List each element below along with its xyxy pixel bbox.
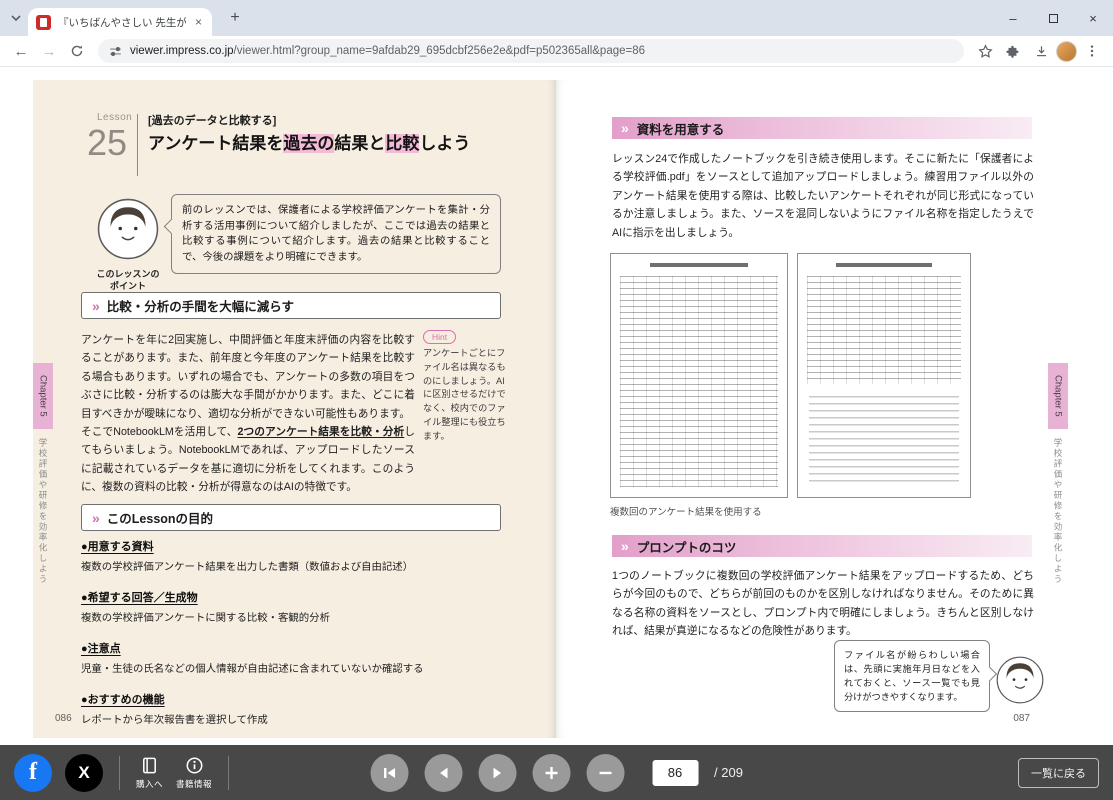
divider — [228, 756, 229, 790]
toolbar-left-group: f X 購入へ 書籍情報 — [14, 745, 232, 800]
page-total: / 209 — [714, 765, 743, 780]
browser-toolbar: ← → viewer.impress.co.jp/viewer.html?gro… — [0, 36, 1113, 67]
section-header-reduce-effort: » 比較・分析の手間を大幅に減らす — [81, 292, 501, 319]
reload-icon[interactable] — [64, 38, 90, 64]
url-text: viewer.impress.co.jp/viewer.html?group_n… — [130, 45, 645, 57]
info-icon — [185, 756, 204, 775]
new-tab-button[interactable]: + — [224, 7, 246, 29]
lesson-divider — [137, 114, 138, 176]
purchase-button[interactable]: 購入へ — [136, 756, 163, 790]
section-header-lesson-goal: » このLessonの目的 — [81, 504, 501, 531]
viewer-toolbar: f X 購入へ 書籍情報 / 209 一覧に戻る — [0, 745, 1113, 800]
chapter-side-text: 学校評価や研修を効率化しよう — [37, 438, 49, 585]
page-spread: Lesson 25 [過去のデータと比較する] アンケート結果を過去の結果と比較… — [33, 80, 1068, 738]
facebook-share-icon[interactable]: f — [14, 754, 52, 792]
paragraph: アンケートを年に2回実施し、中間評価と年度末評価の内容を比較することがあります。… — [81, 331, 415, 423]
list-item: ●用意する資料 複数の学校評価アンケート結果を出力した書類（数値および自由記述） — [81, 538, 501, 573]
book-page-right: » 資料を用意する レッスン24で作成したノートブックを引き続き使用します。そこ… — [556, 80, 1068, 738]
next-page-button[interactable] — [478, 754, 516, 792]
paragraph: そこでNotebookLMを活用して、2つのアンケート結果を比較・分析してもらい… — [81, 423, 415, 497]
bookmark-star-icon[interactable] — [972, 38, 998, 64]
section-chevron-icon: » — [92, 510, 100, 526]
window-controls: – × — [993, 0, 1113, 36]
figure-caption: 複数回のアンケート結果を使用する — [610, 504, 762, 518]
hint-text: アンケートごとにファイル名は異なるものにしましょう。AIに区別させるだけでなく、… — [423, 347, 507, 444]
previous-page-button[interactable] — [424, 754, 462, 792]
book-page-left: Lesson 25 [過去のデータと比較する] アンケート結果を過去の結果と比較… — [33, 80, 556, 738]
list-item: ●おすすめの機能 レポートから年次報告書を選択して作成 — [81, 691, 501, 726]
section-chevron-icon: » — [92, 298, 100, 314]
tab-close-icon[interactable]: × — [193, 15, 204, 29]
forward-icon[interactable]: → — [36, 38, 62, 64]
zoom-out-button[interactable] — [586, 754, 624, 792]
x-share-icon[interactable]: X — [65, 754, 103, 792]
book-info-button[interactable]: 書籍情報 — [176, 756, 212, 790]
section-title: 比較・分析の手間を大幅に減らす — [107, 296, 294, 315]
maximize-button[interactable] — [1033, 0, 1073, 36]
list-item: ●注意点 児童・生徒の氏名などの個人情報が自由記述に含まれていないか確認する — [81, 640, 501, 675]
hint-badge: Hint — [423, 330, 456, 344]
browser-tab[interactable]: 『いちばんやさしい 先生が校務に使... × — [28, 8, 212, 36]
tip-speech-bubble: ファイル名が紛らわしい場合は、先頭に実施年月日などを入れておくと、ソース一覧でも… — [834, 640, 990, 712]
chapter-tab: Chapter 5 — [33, 363, 53, 429]
download-icon[interactable] — [1028, 38, 1054, 64]
zoom-in-button[interactable] — [532, 754, 570, 792]
section-header-prepare-materials: » 資料を用意する — [612, 117, 1032, 139]
instructor-avatar — [996, 656, 1044, 704]
survey-result-thumbnail-1 — [610, 253, 788, 498]
page-number-input[interactable] — [652, 760, 698, 786]
instructor-avatar — [97, 198, 159, 260]
site-settings-icon[interactable] — [109, 45, 122, 58]
avatar-caption: このレッスンの ポイント — [73, 268, 183, 292]
section-header-prompt-tips: » プロンプトのコツ — [612, 535, 1032, 557]
back-icon[interactable]: ← — [8, 38, 34, 64]
intro-speech-bubble: 前のレッスンでは、保護者による学校評価アンケートを集計・分析する活用事例について… — [171, 194, 501, 274]
page-navigation: / 209 — [370, 754, 743, 792]
lesson-kicker: [過去のデータと比較する] — [148, 112, 276, 128]
book-viewer: Lesson 25 [過去のデータと比較する] アンケート結果を過去の結果と比較… — [0, 67, 1113, 745]
left-body-text: アンケートを年に2回実施し、中間評価と年度末評価の内容を比較することがあります。… — [81, 331, 415, 497]
address-bar[interactable]: viewer.impress.co.jp/viewer.html?group_n… — [98, 39, 964, 63]
right-body-text-1: レッスン24で作成したノートブックを引き続き使用します。そこに新たに「保護者によ… — [612, 150, 1034, 242]
tab-favicon-icon — [36, 15, 51, 30]
lesson-number: 25 — [87, 122, 127, 164]
section-chevron-icon: » — [621, 538, 629, 554]
section-title: 資料を用意する — [637, 119, 725, 138]
section-chevron-icon: » — [621, 120, 629, 136]
window-close-button[interactable]: × — [1073, 0, 1113, 36]
chapter-side-text: 学校評価や研修を効率化しよう — [1052, 438, 1064, 585]
section-title: プロンプトのコツ — [637, 537, 737, 556]
page-number: 086 — [55, 713, 72, 724]
first-page-button[interactable] — [370, 754, 408, 792]
menu-kebab-icon[interactable] — [1079, 38, 1105, 64]
list-item: ●希望する回答／生成物 複数の学校評価アンケートに関する比較・客観的分析 — [81, 589, 501, 624]
lesson-title: アンケート結果を過去の結果と比較しよう — [148, 129, 470, 154]
chevron-down-icon[interactable] — [8, 10, 24, 26]
extensions-puzzle-icon[interactable] — [1000, 38, 1026, 64]
divider — [119, 756, 120, 790]
minimize-button[interactable]: – — [993, 0, 1033, 36]
back-to-list-button[interactable]: 一覧に戻る — [1018, 758, 1099, 788]
profile-avatar[interactable] — [1056, 41, 1077, 62]
tab-title: 『いちばんやさしい 先生が校務に使... — [58, 15, 186, 30]
goal-list: ●用意する資料 複数の学校評価アンケート結果を出力した書類（数値および自由記述）… — [81, 538, 501, 742]
section-title: このLessonの目的 — [107, 508, 213, 527]
purchase-book-icon — [140, 756, 159, 775]
chapter-tab: Chapter 5 — [1048, 363, 1068, 429]
page-number: 087 — [1013, 713, 1030, 724]
survey-result-thumbnail-2 — [797, 253, 971, 498]
hint-note: Hint アンケートごとにファイル名は異なるものにしましょう。AIに区別させるだ… — [423, 330, 507, 444]
right-body-text-2: 1つのノートブックに複数回の学校評価アンケート結果をアップロードするため、どちら… — [612, 567, 1034, 641]
browser-tab-strip: 『いちばんやさしい 先生が校務に使... × + – × — [0, 0, 1113, 36]
